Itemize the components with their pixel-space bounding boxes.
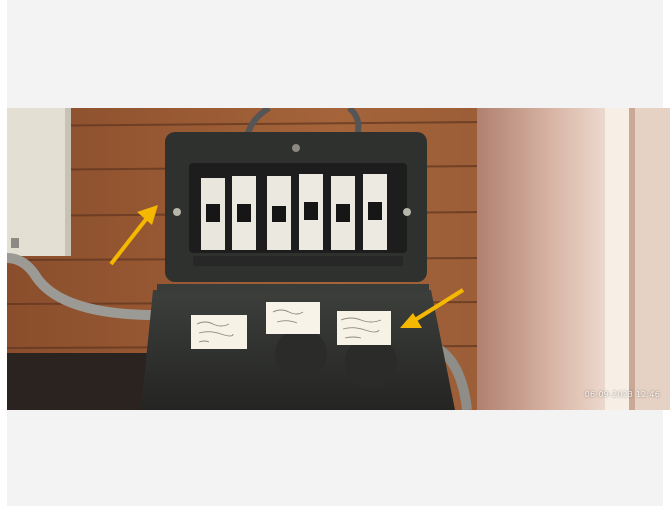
- lid-knockout-1: [275, 328, 327, 380]
- white-box-indicator: [11, 238, 19, 248]
- enclosure-right-screw: [403, 208, 411, 216]
- label-note-left: [191, 315, 247, 349]
- door-frame-edge: [629, 108, 635, 410]
- enclosure-left-screw: [173, 208, 181, 216]
- breaker-1: [201, 178, 225, 250]
- breaker-2: [232, 176, 256, 250]
- far-right-wall: [635, 108, 670, 410]
- photo-fuse-box: 06-09-2023 12:46: [7, 108, 670, 410]
- white-meter-box: [7, 108, 71, 256]
- photo-canvas: [7, 108, 670, 410]
- white-box-edge: [65, 108, 71, 256]
- door-frame: [605, 108, 631, 410]
- breaker-5: [331, 176, 355, 250]
- breaker-4: [299, 174, 323, 250]
- breaker-bottom-rail: [193, 256, 403, 266]
- label-note-middle: [266, 302, 320, 334]
- breaker-3: [267, 176, 291, 250]
- photo-timestamp: 06-09-2023 12:46: [584, 390, 660, 399]
- lid-hinge-strip: [157, 284, 429, 292]
- breaker-6: [363, 174, 387, 250]
- enclosure-top-screw: [292, 144, 300, 152]
